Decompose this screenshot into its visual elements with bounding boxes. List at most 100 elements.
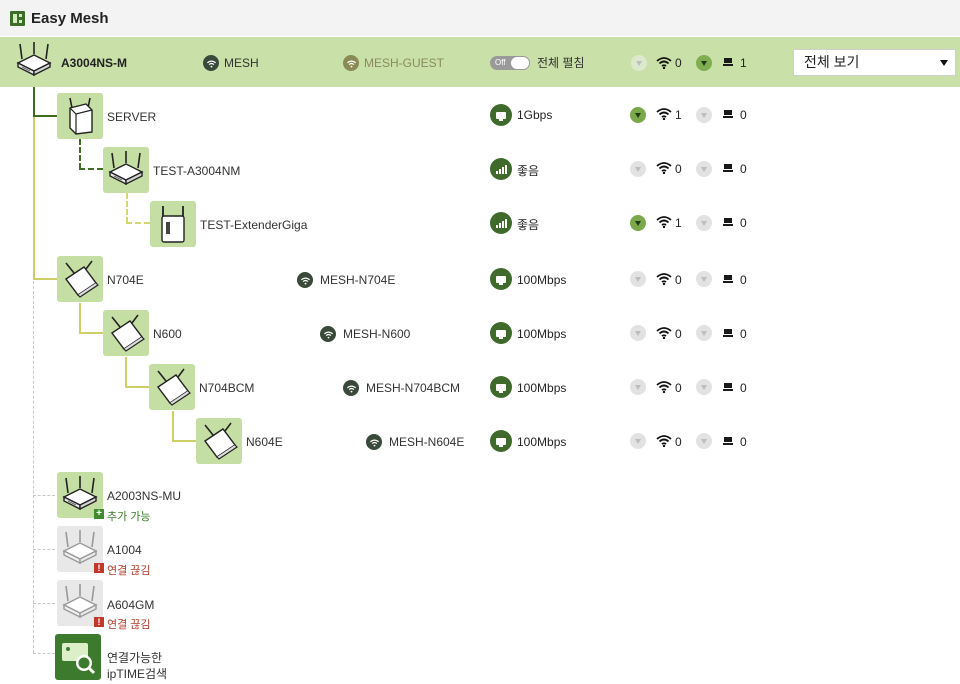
- wired-link-icon: [490, 104, 512, 126]
- node-pc-count: 0: [740, 381, 747, 395]
- chevron-down-icon: [940, 60, 948, 66]
- node-wifi-count: 0: [675, 162, 682, 176]
- pending-node-name[interactable]: A2003NS-MU: [107, 489, 181, 503]
- node-link: 100Mbps: [517, 435, 567, 449]
- search-devices-button[interactable]: [55, 634, 101, 680]
- tree-line: [33, 495, 55, 496]
- node-wifi-count: 0: [675, 381, 682, 395]
- node-tile-n704e[interactable]: [57, 256, 103, 302]
- pc-icon: [723, 383, 733, 392]
- tree-line: [79, 303, 81, 334]
- warning-icon: !: [94, 617, 104, 627]
- node-tile-server[interactable]: [57, 93, 103, 139]
- node-expand-arrow[interactable]: [630, 271, 646, 287]
- node-link: 100Mbps: [517, 381, 567, 395]
- wired-link-icon: [490, 322, 512, 344]
- router-icon: [60, 96, 100, 136]
- guest-wifi-icon: [343, 55, 359, 71]
- add-icon[interactable]: +: [94, 509, 104, 519]
- expand-all-label: 전체 펼침: [537, 56, 585, 70]
- expand-all-toggle[interactable]: Off: [490, 56, 530, 70]
- node-pc-count: 0: [740, 216, 747, 230]
- tree-line: [79, 139, 81, 169]
- pc-icon: [723, 329, 733, 338]
- router-icon[interactable]: [14, 41, 54, 81]
- tree-line: [125, 357, 127, 388]
- node-expand-arrow[interactable]: [696, 107, 712, 123]
- wifi-ssid-icon: [343, 380, 359, 396]
- wifi-icon: [656, 273, 672, 288]
- pending-status: 연결 끊김: [107, 619, 151, 631]
- node-name[interactable]: TEST-ExtenderGiga: [200, 218, 307, 232]
- tree-line: [33, 117, 35, 279]
- pending-node-name[interactable]: A1004: [107, 543, 142, 557]
- node-expand-arrow[interactable]: [630, 379, 646, 395]
- wired-link-icon: [490, 268, 512, 290]
- tree-line: [79, 332, 103, 334]
- router-icon: [60, 259, 100, 299]
- node-expand-arrow[interactable]: [696, 215, 712, 231]
- pc-icon: [723, 275, 733, 284]
- tree-line: [126, 222, 150, 224]
- node-link: 1Gbps: [517, 108, 553, 122]
- wired-link-icon: [490, 376, 512, 398]
- node-expand-arrow[interactable]: [630, 325, 646, 341]
- extender-icon: [153, 204, 193, 244]
- toggle-knob: [511, 57, 529, 69]
- search-label-line1[interactable]: 연결가능한: [107, 649, 162, 666]
- node-link: 좋음: [517, 218, 540, 232]
- pending-status: 연결 끊김: [107, 565, 151, 577]
- node-name[interactable]: TEST-A3004NM: [153, 164, 240, 178]
- root-expand-arrow[interactable]: [696, 55, 712, 71]
- node-tile-n604e[interactable]: [196, 418, 242, 464]
- node-tile-n600[interactable]: [103, 310, 149, 356]
- tree-line: [33, 87, 35, 116]
- wifi-icon: [656, 162, 672, 177]
- node-expand-arrow[interactable]: [696, 271, 712, 287]
- node-name[interactable]: N704E: [107, 273, 144, 287]
- toggle-state-label: Off: [495, 58, 506, 67]
- router-icon: [106, 150, 146, 190]
- tree-line: [79, 168, 103, 170]
- root-node-name[interactable]: A3004NS-M: [61, 56, 127, 70]
- tree-line: [33, 115, 57, 117]
- node-ssid: MESH-N704E: [320, 273, 396, 287]
- node-expand-arrow[interactable]: [630, 161, 646, 177]
- node-tile-test-extendergiga[interactable]: [150, 201, 196, 247]
- page-title: Easy Mesh: [31, 9, 109, 27]
- view-filter-select[interactable]: 전체 보기: [793, 49, 956, 76]
- wifi-icon: [656, 435, 672, 450]
- tree-line: [172, 440, 196, 442]
- node-wifi-count: 0: [675, 273, 682, 287]
- node-pc-count: 0: [740, 435, 747, 449]
- node-expand-arrow[interactable]: [630, 215, 646, 231]
- search-label-line2[interactable]: ipTIME검색: [107, 665, 167, 682]
- tree-line: [33, 603, 55, 604]
- node-tile-n704bcm[interactable]: [149, 364, 195, 410]
- node-name[interactable]: N604E: [246, 435, 283, 449]
- node-ssid: MESH-N600: [343, 327, 411, 341]
- title-bar: Easy Mesh: [0, 0, 960, 36]
- node-name[interactable]: SERVER: [107, 110, 156, 124]
- node-expand-arrow[interactable]: [630, 107, 646, 123]
- node-expand-arrow[interactable]: [696, 161, 712, 177]
- node-link: 100Mbps: [517, 273, 567, 287]
- pending-node-name[interactable]: A604GM: [107, 598, 154, 612]
- pc-icon: [723, 58, 733, 67]
- root-expand-arrow-off[interactable]: [631, 55, 647, 71]
- node-expand-arrow[interactable]: [630, 433, 646, 449]
- easy-mesh-logo-icon: [10, 10, 25, 26]
- pc-icon: [723, 110, 733, 119]
- root-guest-ssid: MESH-GUEST: [364, 56, 445, 70]
- node-expand-arrow[interactable]: [696, 379, 712, 395]
- pending-status[interactable]: 추가 가능: [107, 508, 151, 524]
- pc-icon: [723, 437, 733, 446]
- node-tile-test-a3004nm[interactable]: [103, 147, 149, 193]
- node-expand-arrow[interactable]: [696, 433, 712, 449]
- wifi-icon: [656, 327, 672, 342]
- warning-icon: !: [94, 563, 104, 573]
- node-expand-arrow[interactable]: [696, 325, 712, 341]
- node-name[interactable]: N600: [153, 327, 182, 341]
- tree-line: [33, 549, 55, 550]
- node-name[interactable]: N704BCM: [199, 381, 254, 395]
